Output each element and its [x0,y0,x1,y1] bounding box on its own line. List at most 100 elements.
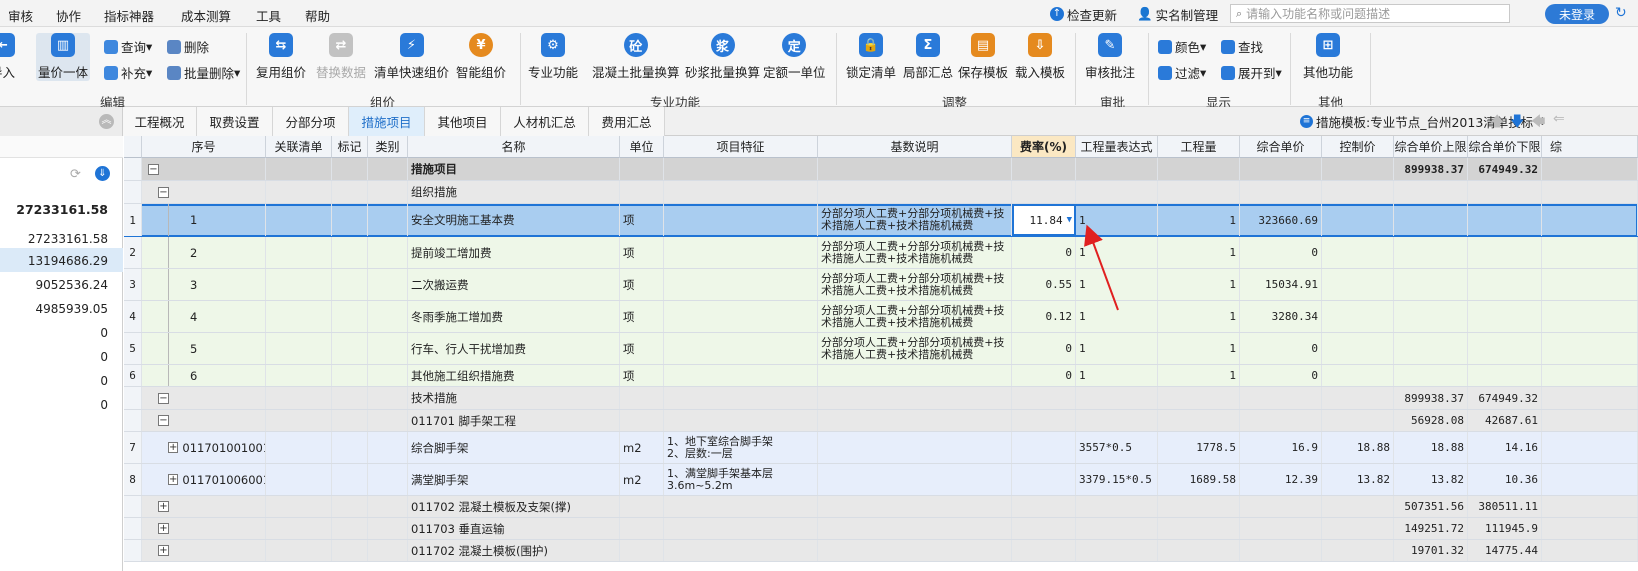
empty-cell[interactable] [332,181,368,203]
qty-cell[interactable] [1158,387,1240,409]
basis-cell[interactable] [818,158,1012,180]
rate-cell[interactable]: 0.12 [1012,301,1076,332]
qty-cell[interactable] [1158,540,1240,561]
empty-cell[interactable] [266,464,332,495]
feature-cell[interactable] [664,204,818,236]
lower-cell[interactable] [1468,204,1542,236]
empty-cell[interactable] [1542,269,1638,300]
search-box[interactable]: ⌕ [1230,4,1510,23]
price-cell[interactable] [1240,518,1322,539]
expr-cell[interactable] [1076,410,1158,431]
col-header-danwei[interactable]: 单位 [620,136,664,158]
basis-cell[interactable] [818,181,1012,203]
empty-cell[interactable] [266,387,332,409]
expr-cell[interactable]: 3557*0.5 [1076,432,1158,463]
empty-cell[interactable] [368,181,408,203]
ctrl-cell[interactable] [1322,301,1394,332]
qty-cell[interactable] [1158,496,1240,517]
empty-cell[interactable] [266,410,332,431]
code-cell[interactable]: − [142,158,266,180]
basis-cell[interactable]: 分部分项人工费+分部分项机械费+技术措施人工费+技术措施机械费 [818,301,1012,332]
empty-cell[interactable] [1542,333,1638,364]
empty-cell[interactable] [368,301,408,332]
upper-cell[interactable]: 899938.37 [1394,158,1468,180]
table-row[interactable]: +011702 混凝土模板(围护) 19701.32 14775.44 [124,540,1638,562]
expand-icon[interactable]: + [158,523,169,534]
upper-cell[interactable] [1394,269,1468,300]
table-row[interactable]: 8 +011701006001 满堂脚手架 m2 1、满堂脚手架基本层3.6m~5.2m… [124,464,1638,496]
code-cell[interactable]: 2 [142,237,266,268]
tab-qufei[interactable]: 取费设置 [197,107,273,136]
price-cell[interactable]: 0 [1240,365,1322,386]
unit-cell[interactable]: 项 [620,301,664,332]
upper-cell[interactable]: 899938.37 [1394,387,1468,409]
tab-fenbu[interactable]: 分部分项 [273,107,349,136]
ctrl-cell[interactable] [1322,333,1394,364]
name-cell[interactable]: 安全文明施工基本费 [408,204,620,236]
realname-button[interactable]: 👤 实名制管理 [1137,4,1218,24]
rate-cell[interactable] [1012,181,1076,203]
empty-cell[interactable] [332,410,368,431]
code-cell[interactable]: + [142,518,266,539]
empty-cell[interactable] [266,518,332,539]
table-row[interactable]: 2 2 提前竣工增加费项 分部分项人工费+分部分项机械费+技术措施人工费+技术措施机械… [124,237,1638,269]
qty-cell[interactable]: 1 [1158,204,1240,236]
empty-cell[interactable] [1542,181,1638,203]
collapse-icon[interactable]: − [158,186,169,198]
lower-cell[interactable]: 14.16 [1468,432,1542,463]
price-cell[interactable]: 15034.91 [1240,269,1322,300]
sync-icon[interactable]: ⟳ [70,167,81,182]
template-selector[interactable]: ≡ 措施模板:专业节点_台州2013清单投标 ⇅ [1300,112,1546,131]
tab-cuoshi[interactable]: 措施项目 [349,107,425,136]
price-cell[interactable]: 323660.69 [1240,204,1322,236]
table-row[interactable]: − 措施项目 899938.37 674949.32 [124,158,1638,181]
name-cell[interactable]: 综合脚手架 [408,432,620,463]
expr-cell[interactable] [1076,518,1158,539]
ctrl-cell[interactable] [1322,518,1394,539]
upper-cell[interactable]: 507351.56 [1394,496,1468,517]
menu-gongju[interactable]: 工具 [256,6,281,25]
name-cell[interactable]: 技术措施 [408,387,620,409]
empty-cell[interactable] [368,496,408,517]
expr-cell[interactable]: 1 [1076,301,1158,332]
basis-cell[interactable] [818,410,1012,431]
table-row[interactable]: 3 3 二次搬运费项 分部分项人工费+分部分项机械费+技术措施人工费+技术措施机械费 0… [124,269,1638,301]
empty-cell[interactable] [368,540,408,561]
qty-cell[interactable] [1158,181,1240,203]
feature-cell[interactable] [664,518,818,539]
ctrl-cell[interactable] [1322,410,1394,431]
search-input[interactable] [1246,6,1497,21]
yanse-button[interactable]: 颜色 ▾ [1158,37,1206,56]
name-cell[interactable]: 011702 混凝土模板(围护) [408,540,620,561]
upper-cell[interactable]: 149251.72 [1394,518,1468,539]
table-row[interactable]: +011702 混凝土模板及支架(撑) 507351.56 380511.11 [124,496,1638,518]
col-header-tezheng[interactable]: 项目特征 [664,136,818,158]
name-cell[interactable]: 冬雨季施工增加费 [408,301,620,332]
empty-cell[interactable] [368,158,408,180]
qty-cell[interactable]: 1 [1158,269,1240,300]
empty-cell[interactable] [1542,158,1638,180]
table-row[interactable]: 5 5 行车、行人干扰增加费项 分部分项人工费+分部分项机械费+技术措施人工费+技术措… [124,333,1638,365]
unit-cell[interactable]: 项 [620,333,664,364]
lower-cell[interactable]: 111945.9 [1468,518,1542,539]
empty-cell[interactable] [1542,496,1638,517]
rate-cell[interactable] [1012,432,1076,463]
name-cell[interactable]: 二次搬运费 [408,269,620,300]
reuse-button[interactable]: ⇆ 复用组价 [256,33,306,81]
arrow-up-nav-icon[interactable]: 🡅 [1490,111,1504,135]
basis-cell[interactable] [818,365,1012,386]
ctrl-cell[interactable]: 18.88 [1322,432,1394,463]
empty-cell[interactable] [1542,410,1638,431]
empty-cell[interactable] [332,204,368,236]
empty-cell[interactable] [1542,464,1638,495]
dinge-button[interactable]: 定定额一单位 [763,33,826,81]
code-cell[interactable]: + [142,540,266,561]
code-cell[interactable]: 4 [142,301,266,332]
tab-feiyong[interactable]: 费用汇总 [589,107,665,136]
feature-cell[interactable]: 1、满堂脚手架基本层3.6m~5.2m [664,464,818,495]
col-header-biaodashi[interactable]: 工程量表达式 [1076,136,1158,158]
basis-cell[interactable] [818,540,1012,561]
basis-cell[interactable] [818,496,1012,517]
unit-cell[interactable]: 项 [620,204,664,236]
ctrl-cell[interactable] [1322,181,1394,203]
